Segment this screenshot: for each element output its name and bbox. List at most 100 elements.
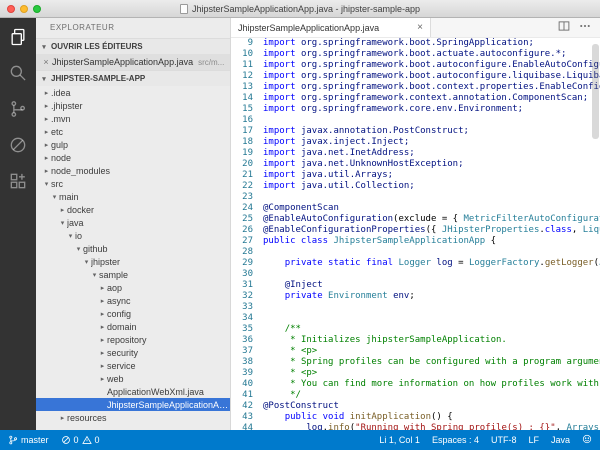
editor-scrollbar-thumb[interactable] <box>592 44 599 139</box>
tree-item-label: main <box>59 192 230 202</box>
line-number: 23 <box>231 192 253 203</box>
tree-folder-async[interactable]: ▸async <box>36 294 230 307</box>
code-line-16[interactable]: 16 <box>231 115 600 126</box>
code-line-39[interactable]: 39 * <p> <box>231 368 600 379</box>
tree-folder-aop[interactable]: ▸aop <box>36 281 230 294</box>
code-line-40[interactable]: 40 * You can find more information on ho… <box>231 379 600 390</box>
code-line-32[interactable]: 32 private Environment env; <box>231 291 600 302</box>
code-line-37[interactable]: 37 * <p> <box>231 346 600 357</box>
tree-folder-io[interactable]: ▾io <box>36 229 230 242</box>
code-line-20[interactable]: 20import java.net.UnknownHostException; <box>231 159 600 170</box>
code-line-19[interactable]: 19import java.net.InetAddress; <box>231 148 600 159</box>
tree-folder-config[interactable]: ▸config <box>36 307 230 320</box>
code-line-25[interactable]: 25@EnableAutoConfiguration(exclude = { M… <box>231 214 600 225</box>
tree-folder-github[interactable]: ▾github <box>36 242 230 255</box>
tab-close-icon[interactable]: × <box>417 22 423 33</box>
activity-bar-item-extensions[interactable] <box>0 165 36 201</box>
code-line-23[interactable]: 23 <box>231 192 600 203</box>
split-editor-icon[interactable] <box>558 19 570 37</box>
tree-folder-resources[interactable]: ▸resources <box>36 411 230 424</box>
code-line-33[interactable]: 33 <box>231 302 600 313</box>
project-section-header[interactable]: ▾ JHIPSTER-SAMPLE-APP <box>36 70 230 86</box>
code-line-13[interactable]: 13import org.springframework.boot.contex… <box>231 82 600 93</box>
line-number: 42 <box>231 401 253 412</box>
zoom-window-button[interactable] <box>33 5 41 13</box>
tree-folder-.mvn[interactable]: ▸.mvn <box>36 112 230 125</box>
status-eol[interactable]: LF <box>528 435 539 445</box>
status-indentation[interactable]: Espaces : 4 <box>432 435 479 445</box>
tree-file-JhipsterSampleApplicationApp.java[interactable]: JhipsterSampleApplicationApp.java <box>36 398 230 411</box>
activity-bar-item-search[interactable] <box>0 57 36 93</box>
tree-folder-.jhipster[interactable]: ▸.jhipster <box>36 99 230 112</box>
tree-folder-main[interactable]: ▾main <box>36 190 230 203</box>
tree-folder-domain[interactable]: ▸domain <box>36 320 230 333</box>
code-line-36[interactable]: 36 * Initializes jhipsterSampleApplicati… <box>231 335 600 346</box>
code-line-26[interactable]: 26@EnableConfigurationProperties({ JHips… <box>231 225 600 236</box>
open-editor-item[interactable]: × JhipsterSampleApplicationApp.java src/… <box>36 54 230 70</box>
line-number: 12 <box>231 71 253 82</box>
code-line-18[interactable]: 18import javax.inject.Inject; <box>231 137 600 148</box>
code-line-43[interactable]: 43 public void initApplication() { <box>231 412 600 423</box>
minimize-window-button[interactable] <box>20 5 28 13</box>
code-line-31[interactable]: 31 @Inject <box>231 280 600 291</box>
code-line-44[interactable]: 44 log.info("Running with Spring profile… <box>231 423 600 430</box>
tree-item-label: async <box>107 296 230 306</box>
code-line-38[interactable]: 38 * Spring profiles can be configured w… <box>231 357 600 368</box>
tree-folder-jhipster[interactable]: ▾jhipster <box>36 255 230 268</box>
activity-bar-item-explorer[interactable] <box>0 21 36 57</box>
tree-folder-etc[interactable]: ▸etc <box>36 125 230 138</box>
code-line-14[interactable]: 14import org.springframework.context.ann… <box>231 93 600 104</box>
tree-folder-java[interactable]: ▾java <box>36 216 230 229</box>
tree-folder-security[interactable]: ▸security <box>36 346 230 359</box>
more-actions-icon[interactable] <box>579 19 591 37</box>
code-text: import org.springframework.boot.SpringAp… <box>253 38 534 49</box>
tree-folder-node_modules[interactable]: ▸node_modules <box>36 164 230 177</box>
tree-folder-service[interactable]: ▸service <box>36 359 230 372</box>
tree-folder-src[interactable]: ▾src <box>36 177 230 190</box>
tree-folder-.idea[interactable]: ▸.idea <box>36 86 230 99</box>
open-editors-header[interactable]: ▾ OUVRIR LES ÉDITEURS <box>36 38 230 54</box>
code-line-10[interactable]: 10import org.springframework.boot.actuat… <box>231 49 600 60</box>
code-line-27[interactable]: 27public class JhipsterSampleApplication… <box>231 236 600 247</box>
warning-count: 0 <box>95 435 100 445</box>
code-editor[interactable]: 9import org.springframework.boot.SpringA… <box>231 38 600 430</box>
line-number: 26 <box>231 225 253 236</box>
tree-folder-repository[interactable]: ▸repository <box>36 333 230 346</box>
tree-folder-web[interactable]: ▸web <box>36 372 230 385</box>
code-line-22[interactable]: 22import java.util.Collection; <box>231 181 600 192</box>
feedback-smiley-icon[interactable] <box>582 434 592 446</box>
tree-item-label: docker <box>67 205 230 215</box>
chevron-down-icon: ▾ <box>40 43 48 51</box>
tree-file-ApplicationWebXml.java[interactable]: ApplicationWebXml.java <box>36 385 230 398</box>
tab-jhipstersampleapplicationapp[interactable]: JhipsterSampleApplicationApp.java × <box>231 18 431 37</box>
git-branch-indicator[interactable]: master <box>8 435 49 445</box>
code-line-17[interactable]: 17import javax.annotation.PostConstruct; <box>231 126 600 137</box>
code-line-21[interactable]: 21import java.util.Arrays; <box>231 170 600 181</box>
code-line-12[interactable]: 12import org.springframework.boot.autoco… <box>231 71 600 82</box>
code-line-35[interactable]: 35 /** <box>231 324 600 335</box>
code-line-24[interactable]: 24@ComponentScan <box>231 203 600 214</box>
close-icon[interactable]: × <box>40 57 52 67</box>
tree-folder-docker[interactable]: ▸docker <box>36 203 230 216</box>
problems-indicator[interactable]: 0 0 <box>61 435 100 445</box>
activity-bar-item-debug[interactable] <box>0 129 36 165</box>
code-line-9[interactable]: 9import org.springframework.boot.SpringA… <box>231 38 600 49</box>
status-language-mode[interactable]: Java <box>551 435 570 445</box>
code-line-28[interactable]: 28 <box>231 247 600 258</box>
tree-folder-gulp[interactable]: ▸gulp <box>36 138 230 151</box>
code-line-29[interactable]: 29 private static final Logger log = Log… <box>231 258 600 269</box>
code-line-11[interactable]: 11import org.springframework.boot.autoco… <box>231 60 600 71</box>
status-encoding[interactable]: UTF-8 <box>491 435 517 445</box>
status-cursor-position[interactable]: Li 1, Col 1 <box>379 435 420 445</box>
code-line-30[interactable]: 30 <box>231 269 600 280</box>
code-line-42[interactable]: 42@PostConstruct <box>231 401 600 412</box>
tree-folder-node[interactable]: ▸node <box>36 151 230 164</box>
line-number: 41 <box>231 390 253 401</box>
activity-bar-item-source-control[interactable] <box>0 93 36 129</box>
tree-folder-sample[interactable]: ▾sample <box>36 268 230 281</box>
code-line-15[interactable]: 15import org.springframework.core.env.En… <box>231 104 600 115</box>
close-window-button[interactable] <box>7 5 15 13</box>
tree-item-label: config <box>107 309 230 319</box>
code-line-34[interactable]: 34 <box>231 313 600 324</box>
code-line-41[interactable]: 41 */ <box>231 390 600 401</box>
